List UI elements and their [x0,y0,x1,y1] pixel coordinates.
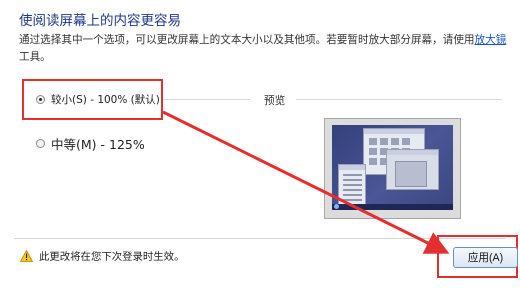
option-smaller[interactable]: 较小(S) - 100% (默认) [36,92,160,107]
page-title: 使阅读屏幕上的内容更容易 [19,13,181,29]
radio-medium[interactable] [36,139,45,148]
apply-button[interactable]: 应用(A) [453,247,518,268]
description-end: 工具。 [19,51,51,63]
preview-label: 预览 [264,95,286,107]
footer-divider [14,238,506,239]
warning-triangle-icon [20,249,33,262]
preview-taskbar [332,204,453,210]
preview-window-main [386,149,439,190]
warning-message: 此更改将在您下次登录时生效。 [20,248,184,263]
option-medium[interactable]: 中等(M) - 125% [36,134,145,153]
page-description: 通过选择其中一个选项，可以更改屏幕上的文本大小以及其他项。若要暂时放大部分屏幕，… [19,32,507,66]
description-text: 通过选择其中一个选项，可以更改屏幕上的文本大小以及其他项。若要暂时放大部分屏幕，… [19,34,475,46]
option-smaller-label: 较小(S) - 100% (默认) [51,94,160,106]
radio-smaller[interactable] [36,95,45,104]
divider-left [164,99,250,100]
option-medium-label: 中等(M) - 125% [51,137,145,152]
preview-screen [332,125,453,210]
warning-text: 此更改将在您下次登录时生效。 [39,251,185,263]
magnifier-link[interactable]: 放大镜 [475,34,507,46]
monitor-preview-icon [324,118,461,219]
divider-right [296,99,502,100]
